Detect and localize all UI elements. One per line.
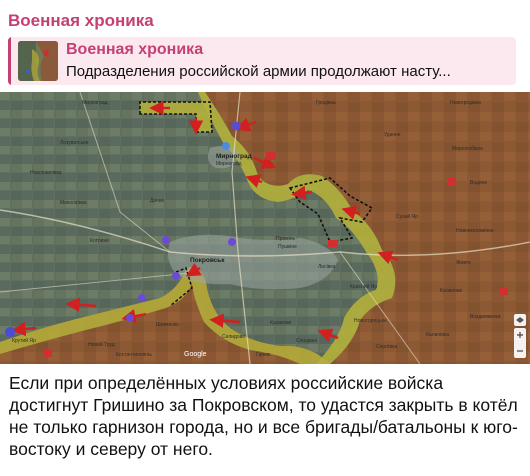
label-mykolaivka: Миколаївка [60,200,87,206]
map-image[interactable]: Мирноград Мирноград Мирноград Покровськ … [0,92,530,364]
reply-accent-bar [8,37,11,85]
label-novyi-trud: Новий Труд [88,341,115,348]
label-tl: Мирноград [82,100,108,106]
google-watermark: Google [184,351,207,358]
layers-icon[interactable] [514,314,526,326]
reply-text: Подразделения российской армии продолжаю… [66,63,451,80]
label-lozuvatske: Лозуватське [60,140,89,146]
label-hrodivka: Гродівка [316,100,336,106]
post-caption: Если при определённых условиях российски… [9,373,518,459]
label-novohrodivka: Новогродівка [450,100,481,106]
channel-name[interactable]: Военная хроника [8,11,154,31]
label-krutyi-yar: Крутий Яр [12,337,36,344]
label-shevchenko: Шевченко [156,322,179,328]
label-kalynivka: Калинівка [426,332,449,338]
label-kalynove: Калинове [440,288,463,294]
label-vodianyi: Водяне [470,180,487,186]
label-myrnohrad: Мирноград [216,153,252,160]
label-sukhyi-yar: Сухий Яр [396,213,418,220]
label-novotoretske: Новоторецьке [354,318,387,324]
label-zhovte: Жовте [456,260,471,266]
label-krasnyi-yar: Красний Яр [350,283,377,290]
label-kurakhove: Кураховe [270,320,292,326]
label-sontsivka: Сонцівка [296,338,317,344]
reply-quote[interactable]: Военная хроника Подразделения российской… [8,37,516,85]
label-vozdvyzhenka: Воздвиженка [470,314,501,320]
label-pokrovsk: Покровськ [190,257,225,264]
label-kotlyne: Котлине [90,238,109,244]
label-lysivka: Лисівка [318,264,336,270]
label-myrolubivka: Миролюбівка [452,146,483,152]
label-udachne: Удачне [384,132,401,138]
label-hirnyk: Гірник [256,352,271,358]
label-serhiivka: Сергіївка [376,344,397,350]
label-pushkino: Пушкіне [278,244,297,250]
reply-thumbnail [18,41,58,81]
label-dachenske: Дачне [150,198,164,204]
label-myrnohrad-sub: Мирноград [216,161,242,167]
label-novopavlivka: Новопавлівка [30,170,62,176]
reply-title: Военная хроника [66,41,204,58]
label-novoekonomichne: Новоекономічне [456,228,494,234]
label-selidove: Селидове [222,334,245,340]
telegram-post: Военная хроника Военная хроника Подразде… [0,0,530,476]
label-kostiantynopil: Костянтинопіль [116,352,152,358]
zoom-controls-icon[interactable] [514,328,526,358]
label-promin: Промінь [276,236,295,242]
